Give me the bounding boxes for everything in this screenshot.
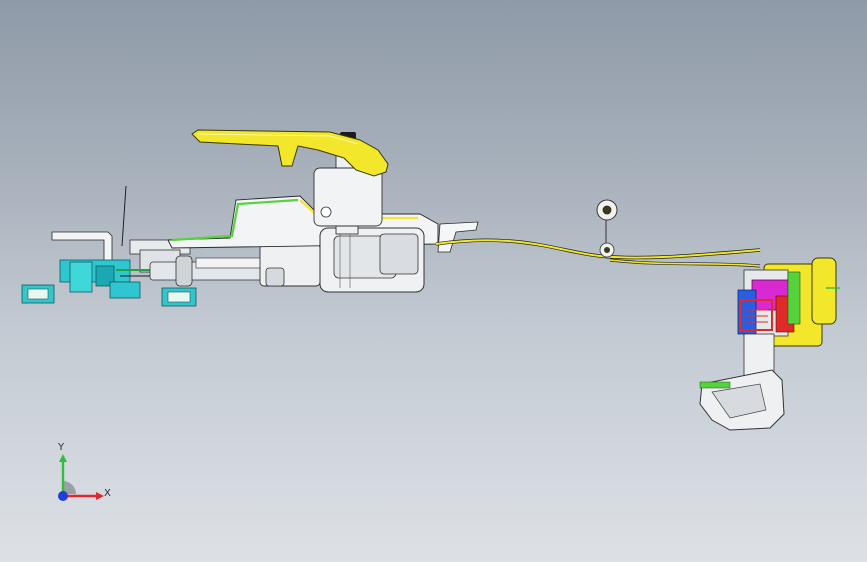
cable-grommet[interactable] [596,199,618,258]
latch-assembly[interactable] [737,257,840,383]
cable-run[interactable] [435,220,761,268]
z-axis-dot [58,491,68,501]
y-axis-label: Y [58,442,65,453]
assembly-model[interactable] [0,0,867,562]
axis-triad [58,454,104,501]
x-axis-label: X [104,488,111,499]
outside-handle[interactable] [699,369,785,431]
yellow-handle[interactable] [191,129,389,177]
cad-viewport[interactable]: Y X [0,0,867,562]
